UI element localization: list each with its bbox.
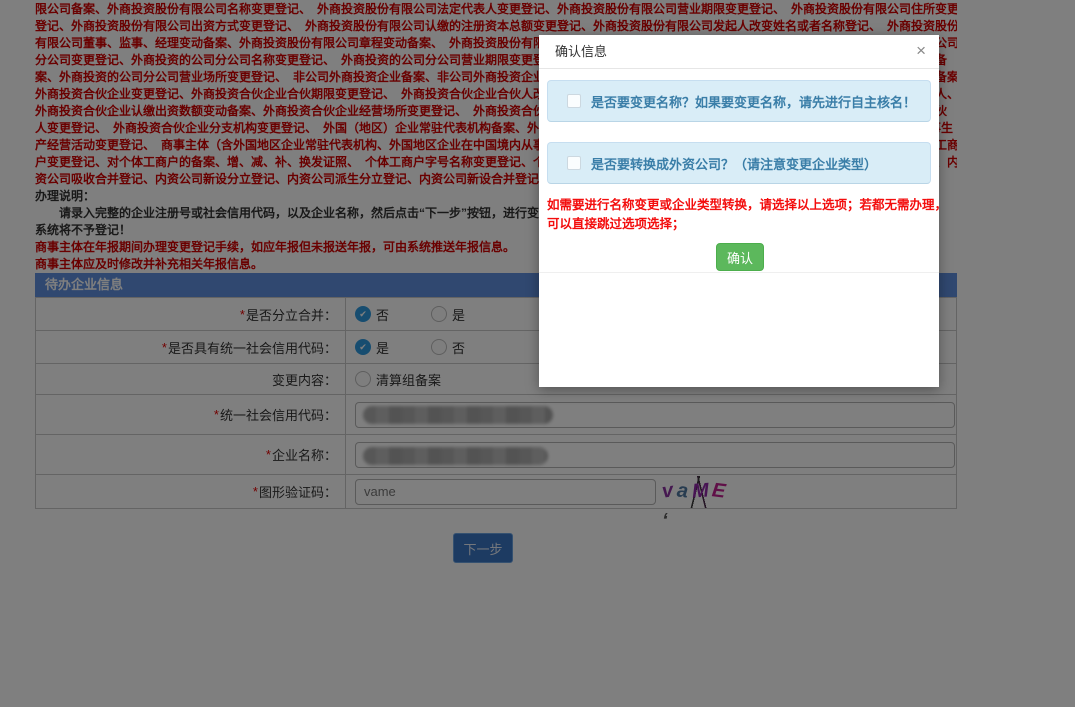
close-icon[interactable]: × (916, 35, 926, 66)
confirm-info-dialog: 确认信息 × 是否要变更名称？如果要变更名称，请先进行自主核名！ 是否要转换成外… (539, 35, 939, 387)
checkbox-unchecked-icon[interactable] (567, 94, 581, 108)
dialog-footer-divider (539, 272, 939, 273)
checkbox-unchecked-icon[interactable] (567, 156, 581, 170)
confirm-button[interactable]: 确认 (716, 243, 764, 271)
option-convert-foreign-company[interactable]: 是否要转换成外资公司？（请注意变更企业类型） (547, 142, 931, 184)
option-change-name[interactable]: 是否要变更名称？如果要变更名称，请先进行自主核名！ (547, 80, 931, 122)
dialog-header: 确认信息 × (539, 35, 939, 69)
warning-line: 如需要进行名称变更或企业类型转换，请选择以上选项；若都无需办理， (547, 196, 931, 215)
option-label: 是否要转换成外资公司？（请注意变更企业类型） (591, 154, 877, 173)
dialog-title: 确认信息 (555, 35, 607, 68)
page: 限公司备案、外商投资股份有限公司名称变更登记、 外商投资股份有限公司法定代表人变… (0, 0, 1075, 707)
option-label: 是否要变更名称？如果要变更名称，请先进行自主核名！ (591, 92, 916, 111)
warning-line: 可以直接跳过选项选择； (547, 215, 931, 234)
dialog-warning-text: 如需要进行名称变更或企业类型转换，请选择以上选项；若都无需办理， 可以直接跳过选… (547, 196, 931, 234)
